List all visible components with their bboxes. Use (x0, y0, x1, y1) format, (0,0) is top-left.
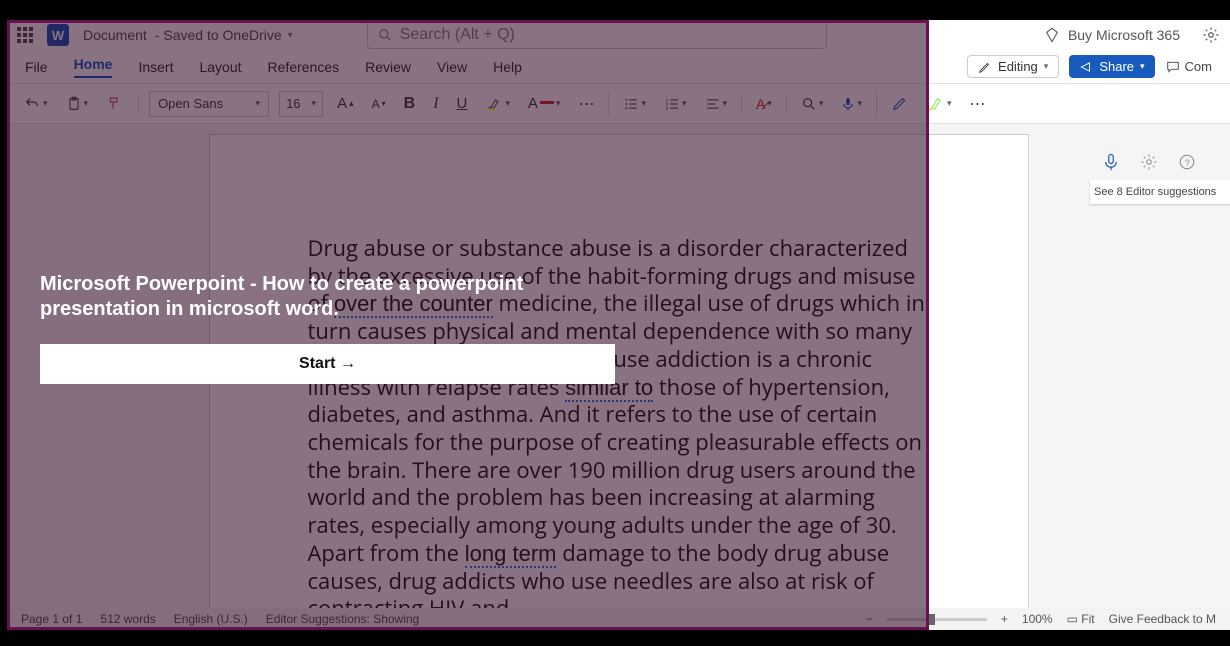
chevron-down-icon: ▾ (1140, 61, 1145, 72)
zoom-in-button[interactable]: + (1001, 612, 1008, 626)
editor-suggestions-banner[interactable]: See 8 Editor suggestions (1090, 180, 1230, 204)
tutorial-start-button[interactable]: Start → (40, 344, 615, 384)
editor-rail: ? See 8 Editor suggestions (1090, 144, 1230, 224)
more-commands-button[interactable]: ⋯ (966, 92, 990, 116)
editing-mode-button[interactable]: Editing▾ (967, 55, 1059, 78)
comments-button[interactable]: Com (1165, 59, 1212, 74)
buy-m365-link[interactable]: Buy Microsoft 365 (1068, 27, 1180, 43)
feedback-link[interactable]: Give Feedback to M (1109, 612, 1216, 626)
fit-button[interactable]: ▭ Fit (1067, 612, 1095, 626)
mic-icon[interactable] (1102, 152, 1120, 172)
gear-icon[interactable] (1140, 153, 1158, 171)
share-button[interactable]: Share▾ (1069, 55, 1154, 78)
tutorial-heading: Microsoft Powerpoint - How to create a p… (40, 272, 615, 322)
help-icon[interactable]: ? (1178, 153, 1196, 171)
premium-diamond-icon (1044, 27, 1060, 43)
settings-gear-icon[interactable] (1202, 26, 1220, 44)
pencil-icon (978, 60, 992, 74)
chevron-down-icon: ▾ (1044, 61, 1049, 72)
svg-text:?: ? (1185, 158, 1190, 168)
zoom-percent[interactable]: 100% (1022, 612, 1053, 626)
comment-icon (1165, 60, 1181, 74)
title-right: Buy Microsoft 365 (1044, 26, 1220, 44)
share-icon (1079, 60, 1093, 74)
tutorial-panel: Microsoft Powerpoint - How to create a p… (40, 272, 615, 384)
